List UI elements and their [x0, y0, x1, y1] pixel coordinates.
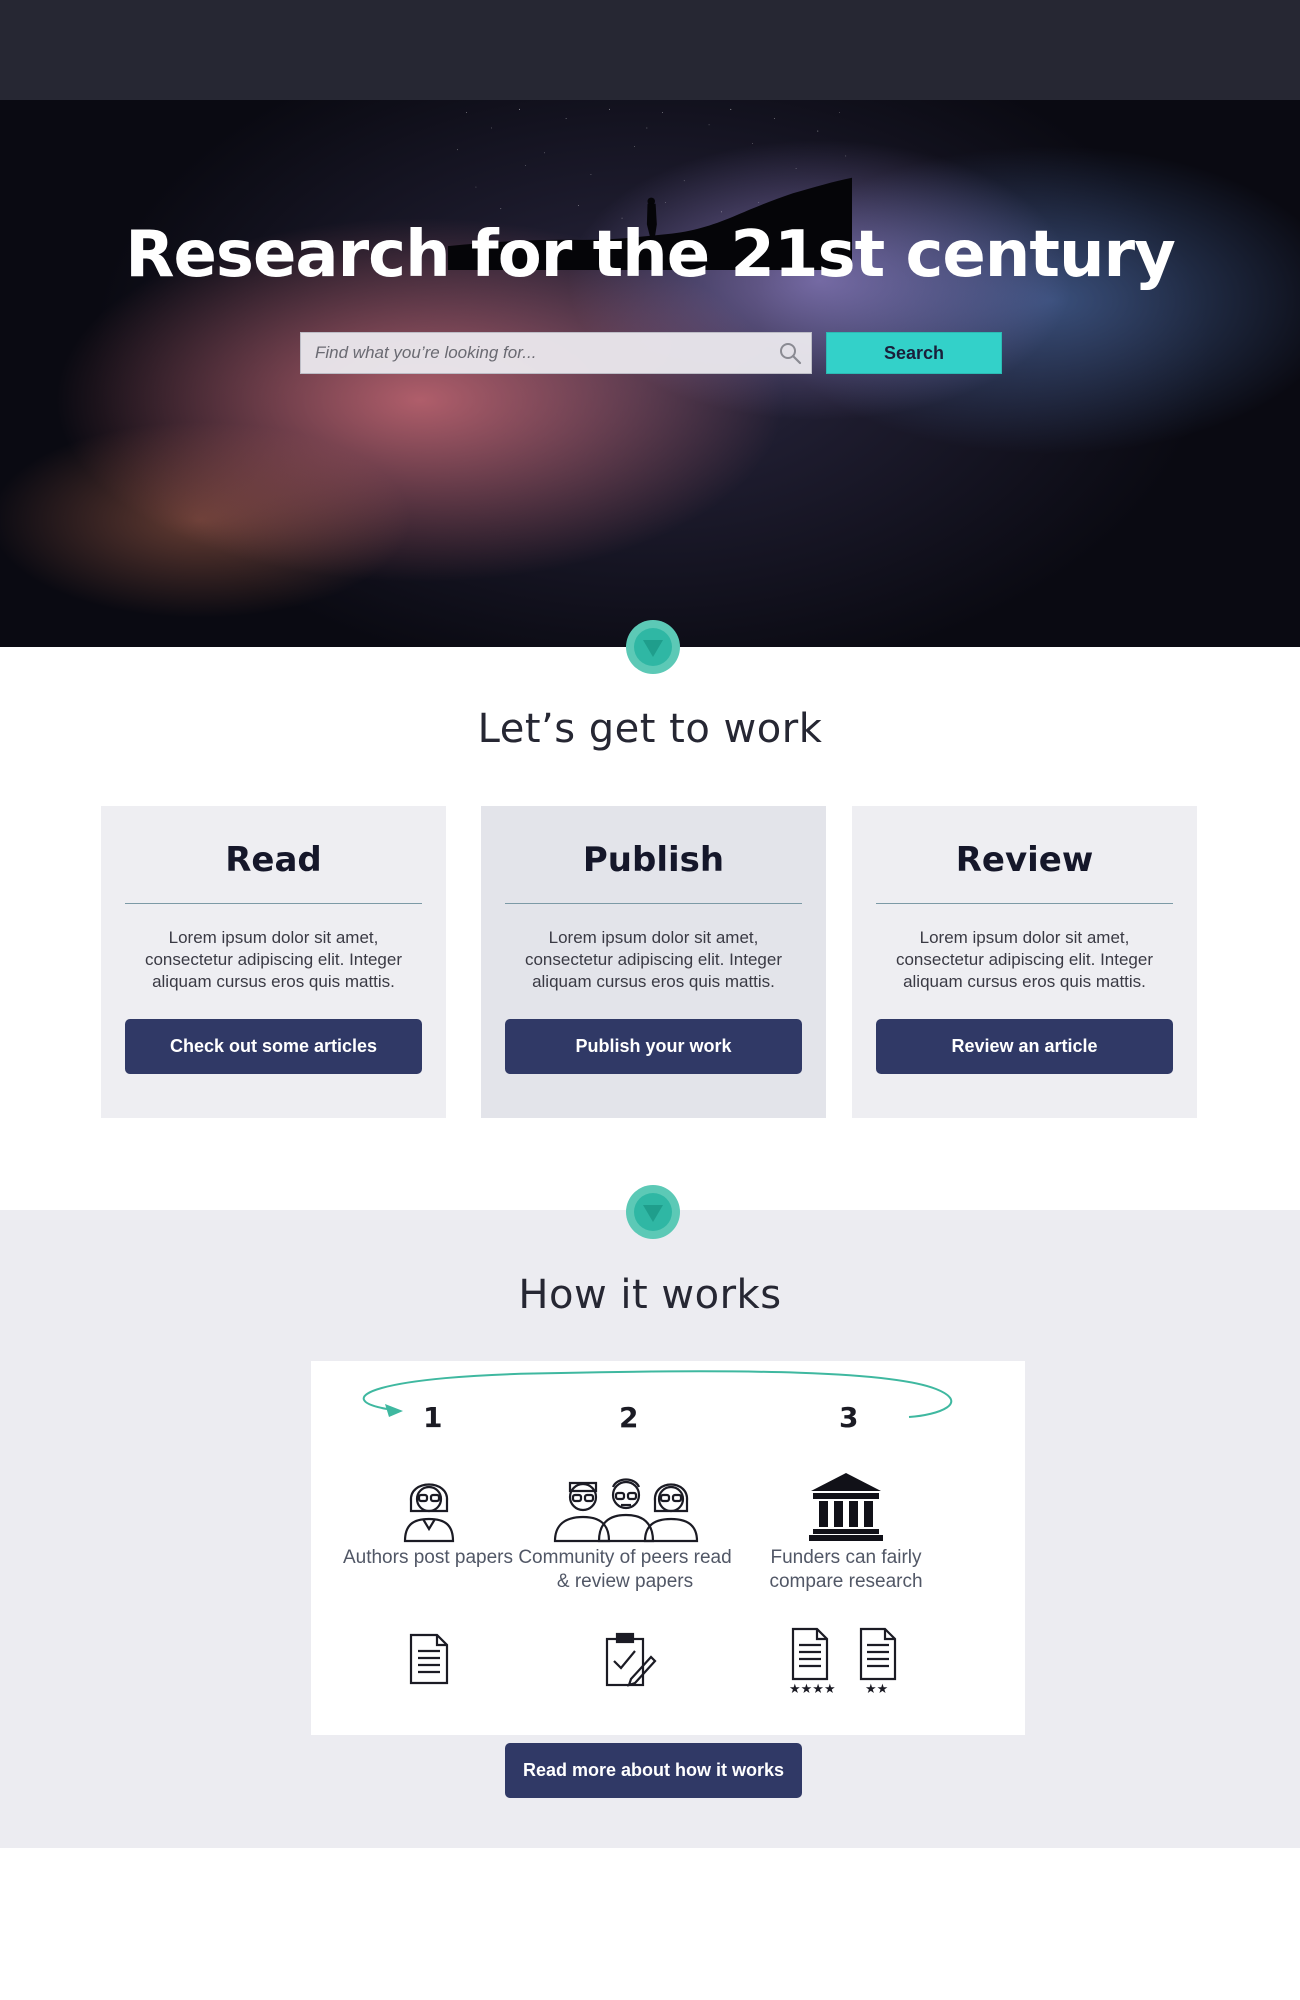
- step-label: Funders can fairly compare research: [769, 1547, 923, 1592]
- card-description: Lorem ipsum dolor sit amet, consectetur …: [144, 928, 403, 991]
- rated-documents-icon: ★★★★ ★★: [789, 1627, 897, 1697]
- search-button[interactable]: Search: [826, 332, 1002, 374]
- hero-banner: Research for the 21st century Search: [0, 100, 1300, 647]
- author-icon: [403, 1483, 455, 1543]
- step-number: 1: [423, 1401, 443, 1434]
- card-description: Lorem ipsum dolor sit amet, consectetur …: [524, 928, 783, 991]
- scroll-down-chevron-icon[interactable]: [626, 1185, 680, 1239]
- peers-icon: [553, 1478, 699, 1543]
- hero-title: Research for the 21st century: [125, 218, 1176, 292]
- document-icon: [409, 1633, 449, 1685]
- review-card: Review Lorem ipsum dolor sit amet, conse…: [852, 806, 1197, 1118]
- card-title: Publish: [582, 840, 725, 880]
- search-input[interactable]: [301, 333, 761, 373]
- review-article-button[interactable]: Review an article: [876, 1019, 1173, 1074]
- step-label: Authors post papers: [342, 1547, 514, 1568]
- institution-icon: [809, 1473, 883, 1541]
- top-navbar: [0, 0, 1300, 100]
- card-title: Read: [225, 840, 322, 880]
- step-number: 2: [619, 1401, 639, 1434]
- card-divider: [876, 903, 1173, 904]
- step-number: 3: [839, 1401, 859, 1434]
- work-section-title: Let’s get to work: [477, 706, 823, 752]
- svg-text:★★: ★★: [865, 1682, 888, 1697]
- card-divider: [505, 903, 802, 904]
- scroll-down-chevron-icon[interactable]: [626, 620, 680, 674]
- clipboard-review-icon: [605, 1632, 657, 1687]
- cycle-arrow-icon: [362, 1370, 953, 1418]
- step-label: Community of peers read & review papers: [518, 1547, 732, 1592]
- search-box: [300, 332, 812, 374]
- how-it-works-panel: 1 2 3 Authors post papers Community of p…: [311, 1361, 1025, 1735]
- check-out-articles-button[interactable]: Check out some articles: [125, 1019, 422, 1074]
- card-divider: [125, 903, 422, 904]
- publish-work-button[interactable]: Publish your work: [505, 1019, 802, 1074]
- read-more-how-it-works-button[interactable]: Read more about how it works: [505, 1743, 802, 1798]
- publish-card: Publish Lorem ipsum dolor sit amet, cons…: [481, 806, 826, 1118]
- svg-text:★★★★: ★★★★: [789, 1682, 836, 1697]
- card-title: Review: [955, 840, 1094, 880]
- search-icon[interactable]: [777, 340, 803, 366]
- how-section-title: How it works: [518, 1272, 782, 1318]
- read-card: Read Lorem ipsum dolor sit amet, consect…: [101, 806, 446, 1118]
- card-description: Lorem ipsum dolor sit amet, consectetur …: [895, 928, 1154, 991]
